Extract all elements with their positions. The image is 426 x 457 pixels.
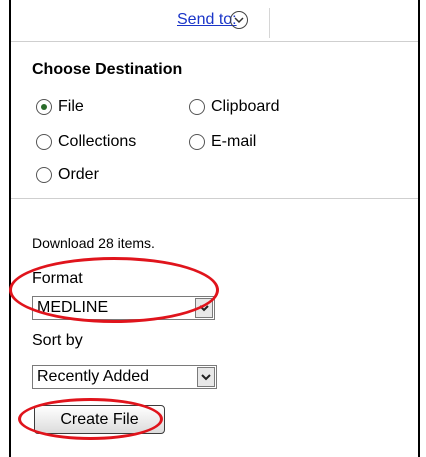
radio-button-icon[interactable] [36,134,52,150]
radio-email[interactable]: E-mail [189,133,256,151]
radio-label: E-mail [211,133,257,150]
choose-destination-heading: Choose Destination [32,61,183,78]
radio-label: Order [58,166,99,183]
chevron-down-icon[interactable] [197,367,215,387]
radio-label: Collections [58,133,137,150]
radio-clipboard[interactable]: Clipboard [189,98,279,116]
section-divider [11,198,418,199]
divider [269,8,270,38]
sort-by-select[interactable]: Recently Added [32,365,217,389]
format-select-value: MEDLINE [37,299,109,316]
send-to-panel: Send to: Choose Destination File Clipboa… [9,0,420,457]
chevron-down-icon[interactable] [230,11,248,29]
radio-button-icon[interactable] [36,99,52,115]
radio-button-icon[interactable] [36,167,52,183]
radio-file[interactable]: File [36,98,84,116]
chevron-down-icon[interactable] [195,298,213,318]
radio-order[interactable]: Order [36,166,99,184]
download-summary: Download 28 items. [32,235,155,251]
radio-label: Clipboard [211,98,280,115]
radio-label: File [58,98,84,115]
format-label: Format [32,270,83,287]
radio-button-icon[interactable] [189,134,205,150]
radio-button-icon[interactable] [189,99,205,115]
send-to-link[interactable]: Send to: [177,11,237,29]
send-to-bar: Send to: [11,0,418,42]
sort-select-value: Recently Added [37,368,150,385]
radio-collections[interactable]: Collections [36,133,136,151]
sort-by-label: Sort by [32,332,83,349]
format-select[interactable]: MEDLINE [32,296,215,320]
create-file-button[interactable]: Create File [34,405,165,434]
